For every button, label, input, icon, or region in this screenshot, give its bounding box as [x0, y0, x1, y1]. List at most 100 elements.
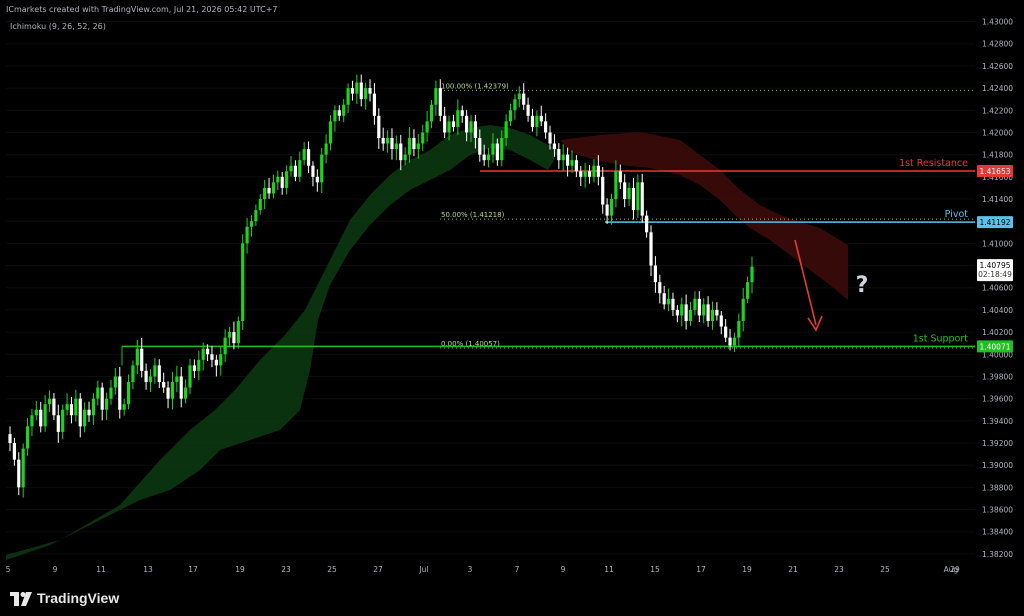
candle-body [719, 315, 723, 327]
x-tick-label: 9 [561, 565, 566, 574]
candle-body [557, 149, 561, 161]
level-label: 1st Resistance [899, 158, 968, 169]
indicator-legend[interactable]: Ichimoku (9, 26, 52, 26) [10, 22, 106, 31]
candle-body [8, 434, 12, 443]
candle-body [232, 332, 236, 344]
candle-body [166, 387, 170, 399]
candle-body [565, 154, 570, 166]
candle-body [706, 304, 710, 321]
y-tick-label: 1.39800 [982, 372, 1013, 381]
candle-body [280, 176, 284, 188]
fib-label: 100.00% (1.42379) [441, 82, 509, 90]
candle-body [416, 143, 420, 150]
candle-body [403, 154, 407, 161]
candle-body [170, 382, 175, 399]
candle-body [658, 282, 662, 294]
candle-body [346, 88, 350, 105]
candle-body [302, 149, 306, 161]
y-tick-label: 1.41000 [982, 239, 1013, 248]
current-price-countdown: 02:18:49 [978, 270, 1012, 279]
candle-body [425, 121, 429, 133]
y-tick-label: 1.38800 [982, 483, 1013, 492]
candle-body [285, 171, 289, 188]
candle-body [394, 143, 398, 150]
y-tick-label: 1.40400 [982, 306, 1013, 315]
candle-body [258, 199, 262, 211]
y-tick-label: 1.40600 [982, 284, 1013, 293]
candle-body [205, 348, 210, 355]
level-price-tag-label: 1.40071 [979, 342, 1010, 351]
candle-body [737, 321, 741, 338]
x-tick-label: 5 [6, 565, 11, 574]
candle-body [399, 143, 403, 161]
x-tick-label: 23 [834, 565, 844, 574]
x-tick-label: 25 [880, 565, 890, 574]
candle-body [447, 121, 451, 133]
candle-body [30, 415, 34, 427]
candle-body [315, 176, 319, 183]
candle-body [504, 121, 508, 138]
candle-body [342, 104, 346, 116]
candle-body [601, 176, 605, 205]
candle-body [544, 121, 548, 133]
candle-body [65, 404, 69, 410]
candle-body [263, 187, 267, 199]
candle-body [570, 160, 574, 166]
candle-body [377, 115, 381, 138]
candle-body [627, 187, 631, 199]
candle-body [579, 171, 583, 177]
y-tick-label: 1.43000 [982, 18, 1013, 27]
y-tick-label: 1.42400 [982, 84, 1013, 93]
x-tick-label: 7 [515, 565, 520, 574]
candle-body [517, 93, 521, 100]
y-tick-label: 1.39600 [982, 395, 1013, 404]
candle-body [56, 415, 60, 432]
candle-body [482, 154, 486, 161]
candle-body [390, 138, 394, 150]
candle-body [491, 143, 495, 155]
candle-body [179, 376, 183, 399]
candle-body [636, 182, 640, 211]
tradingview-logo-text: TradingView [37, 590, 120, 606]
candle-body [548, 132, 552, 144]
candle-body [552, 143, 557, 150]
candle-body [306, 149, 311, 166]
candle-body [184, 387, 188, 399]
fib-label: 0.00% (1.40057) [441, 340, 500, 348]
x-tick-label: 17 [188, 565, 198, 574]
fib-label: 50.00% (1.41218) [441, 211, 505, 219]
candle-body [583, 171, 587, 177]
candle-body [241, 243, 245, 321]
candle-body [52, 398, 56, 416]
candle-body [561, 154, 565, 161]
candle-body [254, 210, 258, 222]
candle-body [500, 138, 504, 161]
candle-body [631, 187, 636, 211]
candle-body [460, 110, 464, 116]
candle-body [693, 298, 697, 310]
candle-body [728, 337, 732, 346]
x-tick-label: 11 [604, 565, 614, 574]
candle-body [328, 121, 333, 144]
candle-body [364, 88, 368, 100]
candle-body [592, 165, 596, 177]
y-tick-label: 1.38400 [982, 528, 1013, 537]
candle-body [741, 298, 745, 321]
candle-body [649, 232, 653, 266]
current-price-value: 1.40795 [979, 261, 1010, 270]
candle-body [293, 165, 297, 177]
price-chart[interactable]: 1st Resistance Pivot 1st Support 100.00% (1… [0, 0, 1024, 580]
tradingview-logo[interactable]: TradingView [10, 590, 119, 606]
candle-body [144, 370, 148, 382]
y-tick-label: 1.42600 [982, 62, 1013, 71]
x-tick-label: 3 [468, 565, 473, 574]
x-tick-label: 19 [235, 565, 245, 574]
candle-body [87, 409, 91, 416]
candle-body [25, 426, 30, 449]
candle-body [574, 160, 578, 172]
x-tick-label: 27 [373, 565, 383, 574]
candle-body [469, 121, 473, 133]
candle-body [175, 376, 179, 382]
x-tick-label: 13 [143, 565, 153, 574]
candle-body [249, 221, 254, 227]
